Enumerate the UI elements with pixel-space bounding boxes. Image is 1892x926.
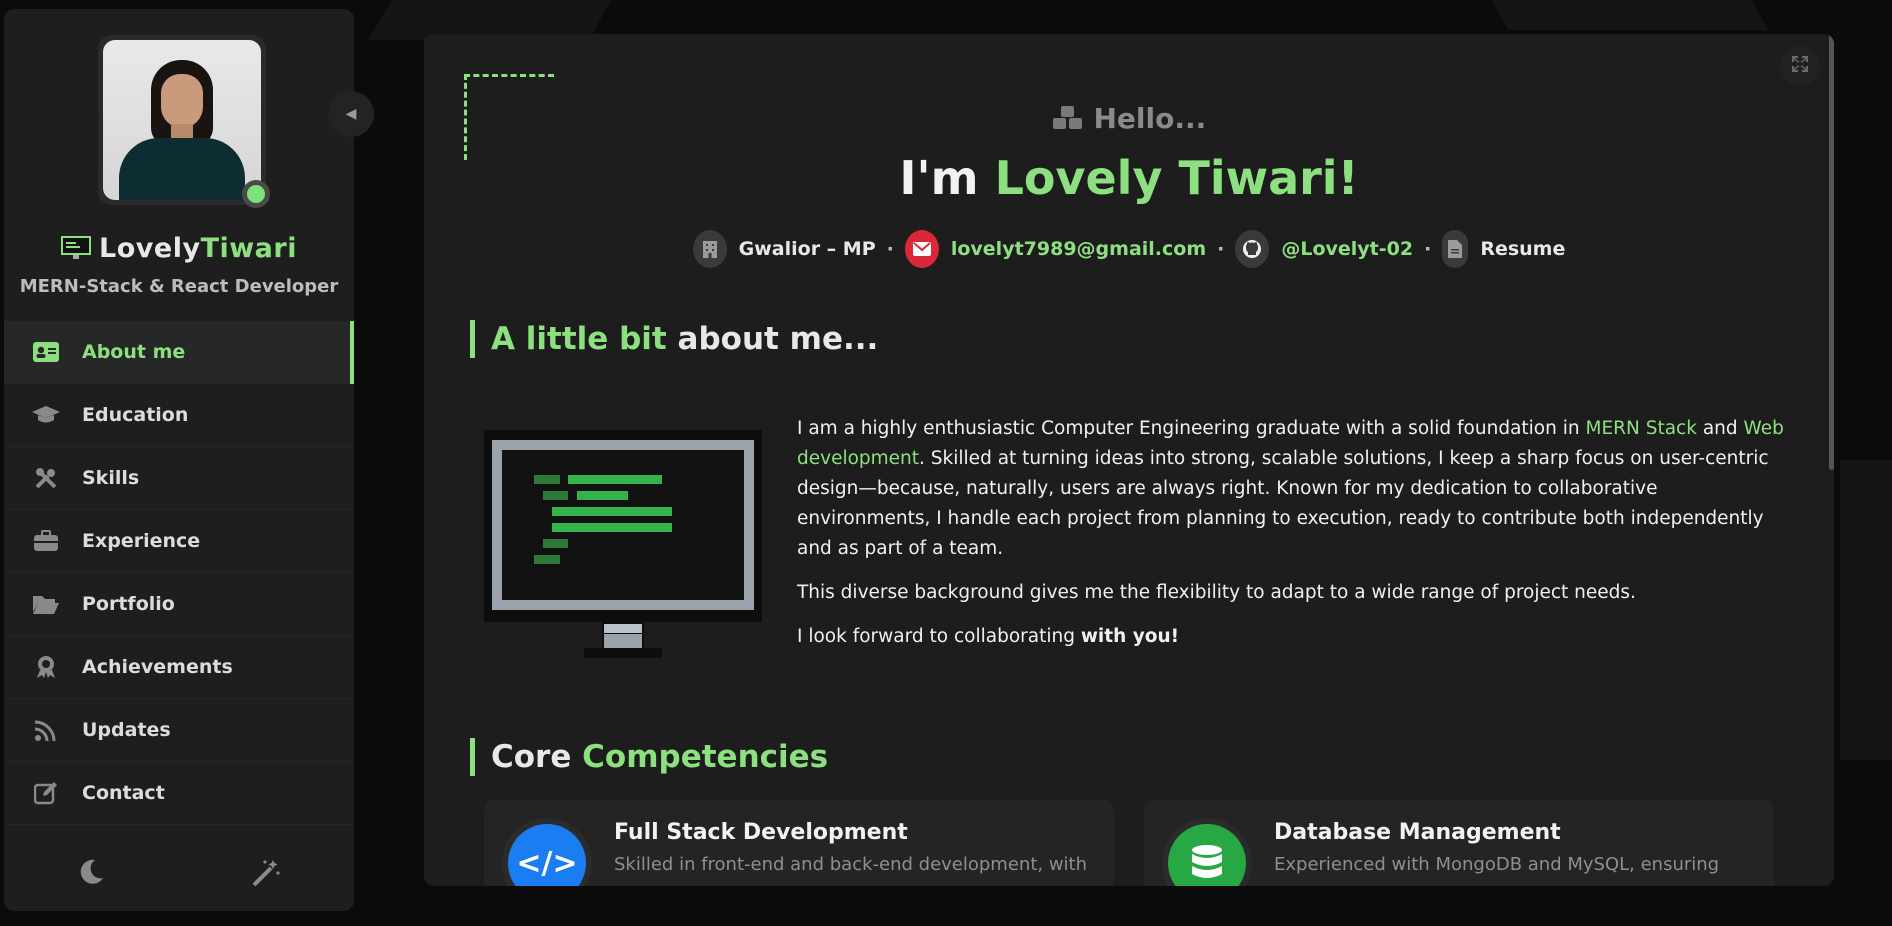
main-panel: Hello... I'm Lovely Tiwari! Gwalior – MP… xyxy=(424,34,1834,886)
sidebar-item-achievements[interactable]: Achievements xyxy=(4,636,354,699)
sidebar-item-contact[interactable]: Contact xyxy=(4,762,354,825)
page-title: I'm Lovely Tiwari! xyxy=(899,151,1359,205)
sidebar-item-label: About me xyxy=(82,341,186,363)
location: Gwalior – MP xyxy=(692,230,876,268)
about-description: I am a highly enthusiastic Computer Engi… xyxy=(797,414,1787,666)
rss-icon xyxy=(32,718,60,742)
moon-icon[interactable] xyxy=(77,858,105,895)
caret-left-icon: ◀ xyxy=(345,106,357,122)
briefcase-icon xyxy=(32,529,60,553)
github-icon xyxy=(1235,230,1270,268)
sidebar-item-updates[interactable]: Updates xyxy=(4,699,354,762)
award-icon xyxy=(32,655,60,679)
competency-card: Database Management Experienced with Mon… xyxy=(1144,800,1774,886)
fullscreen-button[interactable] xyxy=(1780,46,1820,86)
email-link[interactable]: lovelyt7989@gmail.com xyxy=(904,230,1206,268)
graduation-cap-icon xyxy=(32,403,60,427)
folder-open-icon xyxy=(32,592,60,616)
sidebar-item-label: Skills xyxy=(82,467,140,489)
building-icon xyxy=(692,230,727,268)
about-paragraph: This diverse background gives me the fle… xyxy=(797,582,1636,603)
computer-illustration xyxy=(484,430,762,658)
monitor-icon xyxy=(61,236,92,259)
sidebar-item-about[interactable]: About me xyxy=(4,321,354,384)
sidebar-footer xyxy=(4,858,354,895)
sidebar-item-experience[interactable]: Experience xyxy=(4,510,354,573)
sidebar-item-education[interactable]: Education xyxy=(4,384,354,447)
sidebar-item-label: Experience xyxy=(82,530,201,552)
id-card-icon xyxy=(32,340,60,364)
profile-role: MERN-Stack & React Developer xyxy=(19,276,339,297)
sidebar-item-label: Updates xyxy=(82,719,171,741)
sidebar-item-label: Achievements xyxy=(82,656,233,678)
about-paragraph: I look forward to collaborating with you… xyxy=(797,626,1180,647)
contact-row: Gwalior – MP · lovelyt7989@gmail.com · @… xyxy=(424,230,1834,268)
file-icon xyxy=(1442,230,1469,268)
sidebar-item-portfolio[interactable]: Portfolio xyxy=(4,573,354,636)
avatar xyxy=(98,35,266,205)
competency-card: </> Full Stack Development Skilled in fr… xyxy=(484,800,1114,886)
competencies-section-title: Core Competencies xyxy=(470,738,828,776)
background-shape xyxy=(1491,0,1769,30)
sidebar-nav: About me Education Skills Experience Por… xyxy=(4,321,354,825)
hello-heading: Hello... xyxy=(424,102,1834,135)
online-status-indicator xyxy=(242,180,270,208)
code-icon: </> xyxy=(508,824,586,886)
tools-icon xyxy=(32,466,60,490)
expand-icon xyxy=(1791,55,1809,78)
database-icon xyxy=(1168,824,1246,886)
about-paragraph: I am a highly enthusiastic Computer Engi… xyxy=(797,418,1784,559)
sidebar-collapse-button[interactable]: ◀ xyxy=(328,91,374,137)
sidebar-item-label: Contact xyxy=(82,782,165,804)
cubes-icon xyxy=(1052,102,1094,135)
profile-name: LovelyTiwari xyxy=(4,233,354,264)
edit-icon xyxy=(32,781,60,805)
magic-wand-icon[interactable] xyxy=(251,858,281,895)
envelope-icon xyxy=(904,230,939,268)
sidebar: LovelyTiwari MERN-Stack & React Develope… xyxy=(4,9,354,911)
sidebar-item-label: Portfolio xyxy=(82,593,175,615)
background-shape xyxy=(1840,460,1892,760)
sidebar-item-label: Education xyxy=(82,404,189,426)
github-link[interactable]: @Lovelyt-02 xyxy=(1235,230,1413,268)
about-section-title: A little bit about me... xyxy=(470,320,878,358)
sidebar-item-skills[interactable]: Skills xyxy=(4,447,354,510)
mern-stack-link[interactable]: MERN Stack xyxy=(1585,418,1696,439)
resume-link[interactable]: Resume xyxy=(1442,230,1565,268)
